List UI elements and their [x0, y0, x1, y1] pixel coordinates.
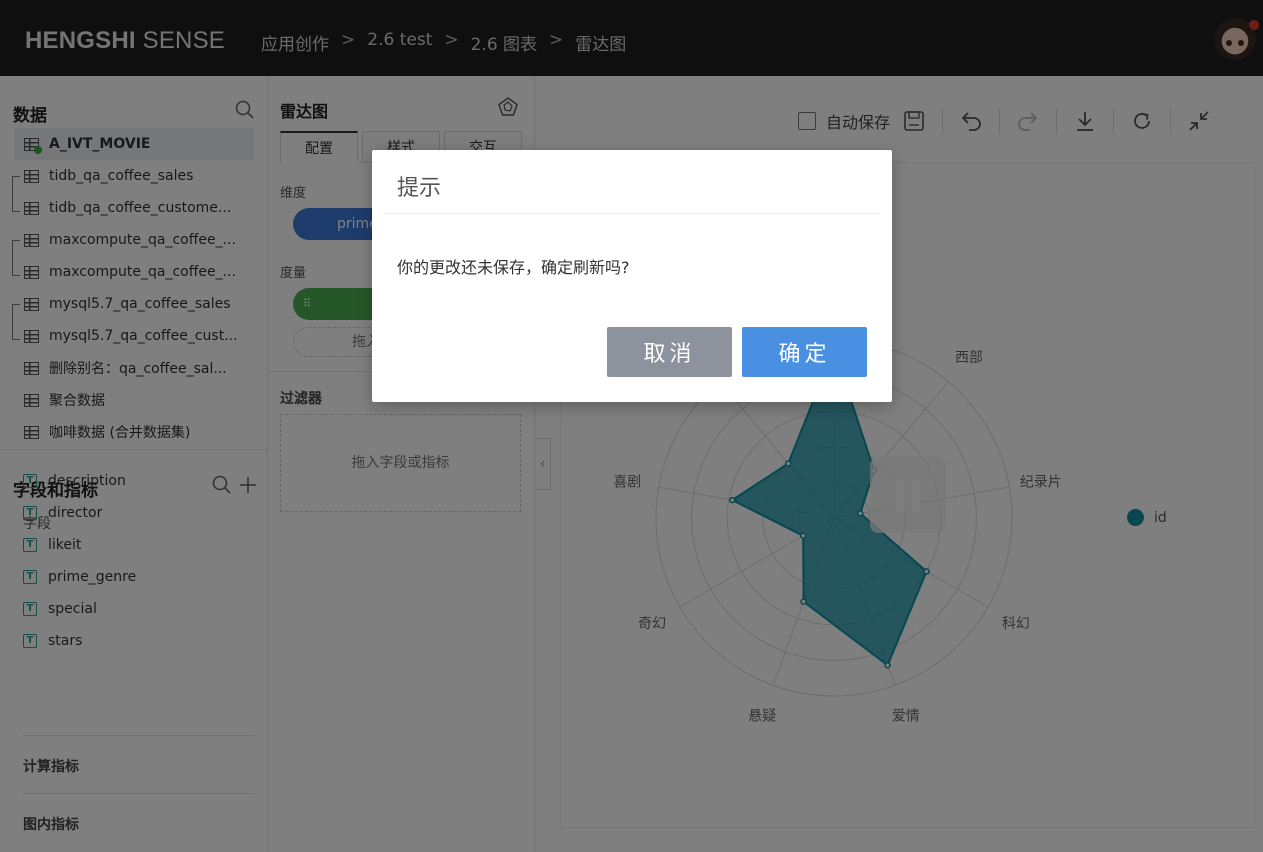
confirm-button[interactable]: 确定: [742, 327, 867, 377]
cancel-button[interactable]: 取消: [607, 327, 732, 377]
modal-mask[interactable]: [0, 0, 1263, 852]
dialog-message: 你的更改还未保存，确定刷新吗?: [397, 258, 630, 277]
dialog-title: 提示: [397, 176, 442, 201]
dialog-divider: [384, 213, 880, 214]
confirm-dialog: 提示 你的更改还未保存，确定刷新吗? 取消 确定: [372, 150, 892, 402]
